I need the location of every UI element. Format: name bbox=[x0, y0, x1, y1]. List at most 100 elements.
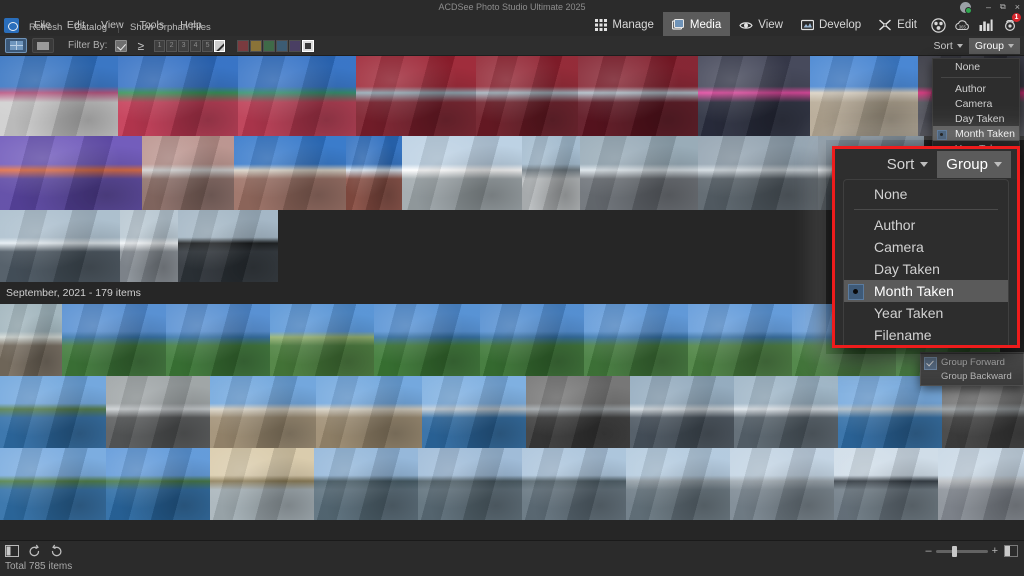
thumbnail[interactable] bbox=[210, 448, 314, 520]
thumbnail[interactable] bbox=[0, 136, 142, 210]
thumbnail[interactable] bbox=[688, 304, 792, 376]
thumbnail[interactable] bbox=[578, 56, 698, 136]
color-label-2-button[interactable] bbox=[250, 39, 263, 52]
thumbnail[interactable] bbox=[698, 136, 818, 210]
context-menu-item-group-backward[interactable]: Group Backward bbox=[921, 369, 1023, 383]
thumbnail[interactable] bbox=[584, 304, 688, 376]
sort-button[interactable]: Sort bbox=[928, 38, 969, 54]
thumbnail[interactable] bbox=[810, 56, 918, 136]
thumbnail[interactable] bbox=[418, 448, 522, 520]
thumbnail[interactable] bbox=[316, 376, 422, 448]
callout-menu-item-filename[interactable]: Filename bbox=[844, 324, 1008, 345]
thumbnail[interactable] bbox=[734, 376, 838, 448]
people-icon[interactable] bbox=[926, 12, 950, 38]
thumbnail[interactable] bbox=[0, 376, 106, 448]
tab-view[interactable]: View bbox=[730, 12, 792, 38]
toggle-side-panel-button[interactable] bbox=[1004, 545, 1018, 557]
refresh-button[interactable]: Refresh bbox=[23, 22, 68, 33]
zoom-in-button[interactable]: + bbox=[992, 546, 998, 557]
thumbnail[interactable] bbox=[238, 56, 356, 136]
thumbnail-size-slider[interactable]: – + bbox=[925, 545, 998, 557]
thumbnail[interactable] bbox=[0, 448, 106, 520]
thumbnail[interactable] bbox=[374, 304, 480, 376]
thumbnail[interactable] bbox=[210, 376, 316, 448]
thumbnail[interactable] bbox=[480, 304, 584, 376]
color-label-3-button[interactable] bbox=[263, 39, 276, 52]
tab-develop[interactable]: Develop bbox=[792, 12, 870, 38]
thumbnail[interactable] bbox=[476, 56, 578, 136]
slider-handle[interactable] bbox=[951, 545, 957, 557]
group-menu-item-month-taken[interactable]: Month Taken bbox=[933, 126, 1019, 141]
color-label-1-button[interactable] bbox=[237, 39, 250, 52]
group-menu-item-day-taken[interactable]: Day Taken bbox=[933, 111, 1019, 126]
thumbnail[interactable] bbox=[942, 376, 1024, 448]
group-menu-item-none[interactable]: None bbox=[933, 59, 1019, 74]
thumbnail[interactable] bbox=[526, 376, 630, 448]
show-orphan-files-button[interactable]: Show Orphan Files bbox=[124, 22, 217, 33]
thumbnail[interactable] bbox=[626, 448, 730, 520]
thumbnail[interactable] bbox=[0, 56, 118, 136]
rotate-left-icon[interactable] bbox=[28, 544, 41, 557]
callout-menu-item-year-taken[interactable]: Year Taken bbox=[844, 302, 1008, 324]
thumbnail[interactable] bbox=[166, 304, 270, 376]
thumbnail[interactable] bbox=[106, 376, 210, 448]
color-label-4-button[interactable] bbox=[276, 39, 289, 52]
thumbnail[interactable] bbox=[834, 448, 938, 520]
zoom-out-button[interactable]: – bbox=[925, 546, 931, 557]
tab-media[interactable]: Media bbox=[662, 12, 731, 38]
thumbnail[interactable] bbox=[522, 448, 626, 520]
thumbnail[interactable] bbox=[402, 136, 522, 210]
rating-1-button[interactable]: 1 bbox=[154, 39, 166, 52]
thumbnail[interactable] bbox=[522, 136, 580, 210]
thumbnail[interactable] bbox=[356, 56, 476, 136]
thumbnail[interactable] bbox=[120, 210, 178, 282]
thumbnail-grid-view-button[interactable] bbox=[5, 38, 27, 53]
slider-track[interactable] bbox=[935, 545, 988, 557]
tab-manage[interactable]: Manage bbox=[586, 12, 663, 38]
thumbnail[interactable] bbox=[0, 210, 120, 282]
account-avatar-icon[interactable] bbox=[960, 1, 972, 14]
no-rating-button[interactable] bbox=[214, 39, 226, 52]
thumbnail[interactable] bbox=[106, 448, 210, 520]
thumbnail[interactable] bbox=[838, 376, 942, 448]
group-menu-item-author[interactable]: Author bbox=[933, 81, 1019, 96]
thumbnail[interactable] bbox=[938, 448, 1024, 520]
callout-menu-item-none[interactable]: None bbox=[844, 183, 1008, 205]
callout-sort-button[interactable]: Sort bbox=[878, 151, 938, 178]
thumbnail[interactable] bbox=[178, 210, 278, 282]
chart-icon[interactable] bbox=[974, 12, 998, 38]
thumbnail[interactable] bbox=[346, 136, 402, 210]
thumbnail[interactable] bbox=[730, 448, 834, 520]
callout-menu-item-camera[interactable]: Camera bbox=[844, 236, 1008, 258]
group-menu-item-camera[interactable]: Camera bbox=[933, 96, 1019, 111]
thumbnail[interactable] bbox=[630, 376, 734, 448]
callout-menu-item-author[interactable]: Author bbox=[844, 214, 1008, 236]
filter-enable-checkbox[interactable] bbox=[115, 39, 128, 52]
thumbnail[interactable] bbox=[0, 304, 62, 376]
rotate-right-icon[interactable] bbox=[50, 544, 63, 557]
rating-2-button[interactable]: 2 bbox=[166, 39, 178, 52]
callout-group-button[interactable]: Group bbox=[937, 150, 1011, 178]
catalog-button[interactable]: Catalog bbox=[68, 22, 113, 33]
thumbnail[interactable] bbox=[118, 56, 238, 136]
color-label-5-button[interactable] bbox=[289, 39, 302, 52]
panel-toggle-icon[interactable] bbox=[5, 544, 19, 557]
group-direction-context-menu[interactable]: Group Forward Group Backward bbox=[920, 352, 1024, 386]
rating-5-button[interactable]: 5 bbox=[202, 39, 214, 52]
no-color-label-button[interactable] bbox=[302, 39, 315, 52]
thumbnail[interactable] bbox=[698, 56, 810, 136]
rating-3-button[interactable]: 3 bbox=[178, 39, 190, 52]
filmstrip-view-button[interactable] bbox=[32, 38, 54, 53]
thumbnail[interactable] bbox=[270, 304, 374, 376]
rating-4-button[interactable]: 4 bbox=[190, 39, 202, 52]
thumbnail[interactable] bbox=[580, 136, 698, 210]
context-menu-item-group-forward[interactable]: Group Forward bbox=[921, 355, 1023, 370]
notifications-icon[interactable]: 1 bbox=[998, 12, 1022, 38]
thumbnail[interactable] bbox=[422, 376, 526, 448]
thumbnail[interactable] bbox=[62, 304, 166, 376]
callout-group-dropdown-menu[interactable]: None Author Camera Day Taken Month Taken… bbox=[843, 179, 1009, 345]
cloud-365-icon[interactable]: 365 bbox=[950, 12, 974, 38]
thumbnail[interactable] bbox=[314, 448, 418, 520]
thumbnail[interactable] bbox=[234, 136, 346, 210]
group-button[interactable]: Group bbox=[968, 38, 1020, 54]
